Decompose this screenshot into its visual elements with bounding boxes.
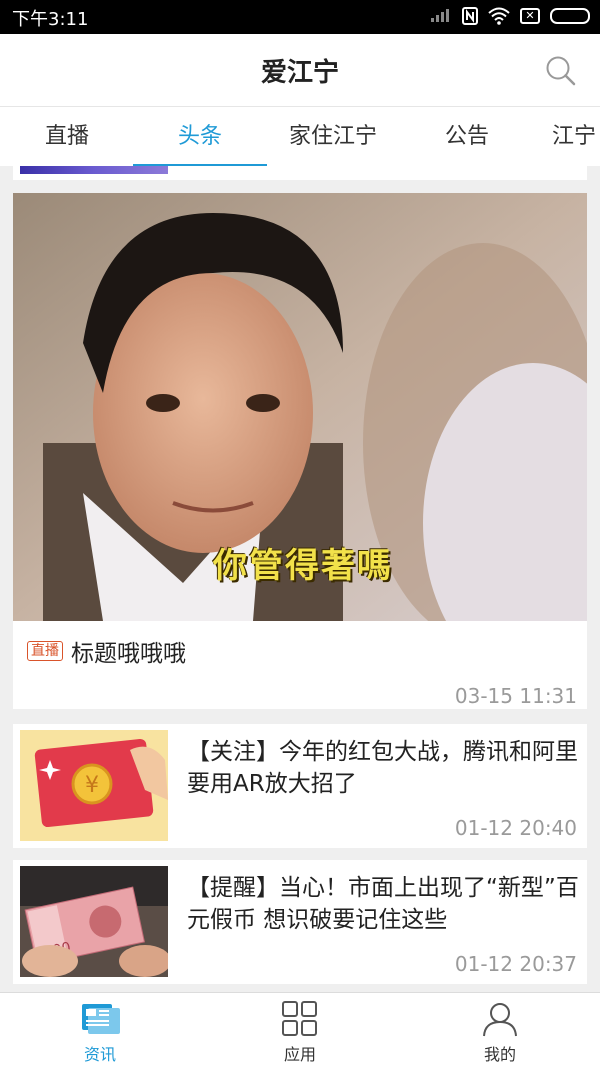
nav-news[interactable]: 资讯 [0, 993, 200, 1067]
hero-title: 标题哦哦哦 [71, 641, 186, 667]
red-envelope-icon: ¥ [20, 730, 168, 841]
status-bar: 下午3:11 ✕ [0, 0, 600, 34]
hero-image-caption: 你管得著嗎 [213, 546, 393, 586]
nav-label: 应用 [283, 1045, 316, 1064]
nav-apps[interactable]: 应用 [200, 993, 400, 1067]
profile-icon [480, 1001, 520, 1037]
news-card[interactable]: ¥ 【关注】今年的红包大战，腾讯和阿里要用AR放大招了 01-12 20:40 [13, 724, 587, 848]
nav-label: 资讯 [83, 1045, 116, 1064]
hero-image: 你管得著嗎 [13, 193, 587, 621]
nav-profile[interactable]: 我的 [400, 993, 600, 1067]
wifi-icon [488, 7, 510, 25]
hero-news-card[interactable]: 你管得著嗎 直播 标题哦哦哦 03-15 11:31 [13, 193, 587, 709]
status-icons: ✕ [430, 7, 590, 25]
status-time: 下午3:11 [12, 9, 89, 30]
app-title: 爱江宁 [260, 58, 339, 88]
news-timestamp: 01-12 20:40 [454, 816, 577, 840]
tab-announcements[interactable]: 公告 [410, 107, 524, 166]
previous-news-card-partial[interactable] [13, 166, 587, 180]
svg-text:¥: ¥ [85, 773, 99, 798]
nfc-icon [462, 7, 478, 25]
tab-headlines[interactable]: 头条 [140, 107, 260, 166]
news-title: 【提醒】当心！市面上出现了“新型”百元假币 想识破要记住这些 [187, 875, 579, 933]
tab-live[interactable]: 直播 [10, 107, 124, 166]
app-header: 爱江宁 [0, 34, 600, 106]
hero-timestamp: 03-15 11:31 [454, 684, 577, 708]
news-feed[interactable]: 你管得著嗎 直播 标题哦哦哦 03-15 11:31 ¥ 【关注】今年的红包大战… [0, 166, 600, 992]
bottom-navigation: 资讯 应用 我的 [0, 992, 600, 1067]
news-card[interactable]: 100 【提醒】当心！市面上出现了“新型”百元假币 想识破要记住这些 01-12… [13, 860, 587, 984]
nav-label: 我的 [483, 1045, 516, 1064]
hero-title-row: 直播 标题哦哦哦 [27, 634, 186, 668]
banknote-icon: 100 [20, 866, 168, 977]
signal-off-icon [430, 7, 452, 25]
sim-x-icon: ✕ [520, 8, 540, 24]
apps-grid-icon [280, 1001, 320, 1037]
news-thumbnail [20, 166, 168, 174]
tab-jiangning[interactable]: 江宁 [540, 107, 600, 166]
news-title: 【关注】今年的红包大战，腾讯和阿里要用AR放大招了 [187, 739, 578, 797]
news-timestamp: 01-12 20:37 [454, 952, 577, 976]
battery-icon [550, 8, 590, 24]
category-tabs: 直播 头条 家住江宁 公告 江宁 [0, 106, 600, 166]
search-icon[interactable] [544, 54, 578, 88]
live-badge: 直播 [27, 641, 63, 661]
tab-living-in-jiangning[interactable]: 家住江宁 [272, 107, 394, 166]
news-icon [80, 1001, 120, 1037]
